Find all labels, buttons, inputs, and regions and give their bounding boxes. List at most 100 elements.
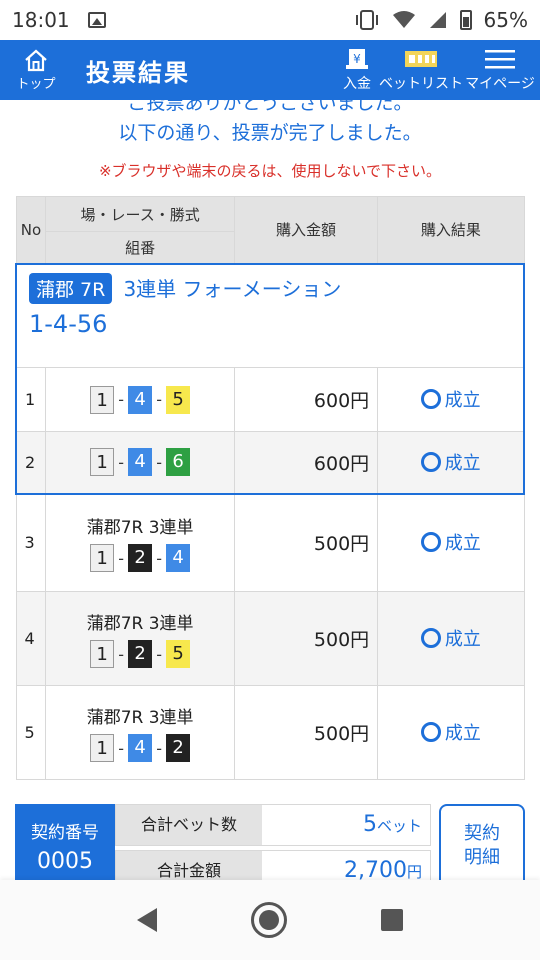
venue-race: 蒲郡7R 3連単 xyxy=(86,614,194,634)
combo-cell: 蒲郡7R 3連単 1 - 2 - 4 xyxy=(45,493,235,592)
amount-cell: 500円 xyxy=(233,685,379,780)
table-row: 1 1 - 4 - 5 600円 成立 xyxy=(15,367,526,432)
total-amount-label: 合計金額 xyxy=(116,851,262,880)
combo-cell: 蒲郡7R 3連単 1 - 2 - 5 xyxy=(45,591,235,686)
combo-separator: - xyxy=(118,738,125,758)
combo-cell: 1 - 4 - 5 xyxy=(45,367,235,432)
contract-label: 契約番号 xyxy=(31,823,99,843)
deposit-button[interactable]: ¥ 入金 xyxy=(332,40,382,100)
page-title: 投票結果 xyxy=(86,58,190,87)
system-nav-bar xyxy=(0,880,540,960)
table-row: 5 蒲郡7R 3連単 1 - 4 - 2 500円 成立 xyxy=(15,685,525,780)
success-circle-icon xyxy=(420,532,441,553)
result-label: 成立 xyxy=(444,452,481,474)
vibrate-phone-icon xyxy=(355,10,378,30)
boat-number: 4 xyxy=(166,544,191,573)
back-warning: ※ブラウザや端末の戻るは、使用しないで下さい。 xyxy=(98,162,442,180)
wifi-icon xyxy=(392,11,415,28)
amount-cell: 500円 xyxy=(233,493,379,592)
battery-icon xyxy=(459,10,472,30)
result-cell: 成立 xyxy=(377,431,526,495)
betlist-label: ベットリスト xyxy=(379,76,463,92)
home-nav-icon[interactable] xyxy=(251,902,287,938)
boat-number: 1 xyxy=(90,385,115,414)
thanks-message: ご投票ありがとうございました。 xyxy=(127,100,413,114)
contract-detail-button[interactable]: 契約 明細 xyxy=(439,804,525,880)
venue-race: 蒲郡7R 3連単 xyxy=(86,708,194,728)
combo-separator: - xyxy=(156,548,163,568)
amount-cell: 600円 xyxy=(233,431,379,495)
total-amount-row: 合計金額 2,700円 xyxy=(115,850,431,880)
boat-number: 5 xyxy=(166,385,191,414)
svg-text:¥: ¥ xyxy=(353,52,361,66)
mypage-button[interactable]: マイページ xyxy=(460,40,540,100)
boat-number: 2 xyxy=(128,544,153,573)
row-no: 2 xyxy=(15,431,47,495)
menu-icon xyxy=(485,50,515,69)
header-actions: ¥ 入金 ベットリスト マイページ xyxy=(332,40,540,100)
col-no: No xyxy=(15,196,47,264)
result-label: 成立 xyxy=(444,533,481,555)
image-notification-icon xyxy=(87,12,106,28)
betlist-button[interactable]: ベットリスト xyxy=(379,40,463,100)
result-label: 成立 xyxy=(444,629,481,650)
total-bets-label: 合計ベット数 xyxy=(116,805,262,845)
result-label: 成立 xyxy=(444,390,481,411)
combo-separator: - xyxy=(156,390,163,409)
combo-separator: - xyxy=(118,548,125,568)
detail-label-1: 契約 xyxy=(464,823,500,844)
status-bar: 18:01 65% xyxy=(0,0,540,40)
contract-number: 0005 xyxy=(37,849,93,874)
home-button[interactable]: トップ xyxy=(0,40,72,100)
result-cell: 成立 xyxy=(377,493,525,592)
success-circle-icon xyxy=(420,389,441,409)
col-combination: 組番 xyxy=(45,231,235,264)
boat-number: 1 xyxy=(90,448,115,477)
row-no: 1 xyxy=(15,367,47,432)
result-cell: 成立 xyxy=(377,685,525,780)
table-row: 3 蒲郡7R 3連単 1 - 2 - 4 500円 成立 xyxy=(15,493,525,592)
status-right: 65% xyxy=(354,8,528,32)
boat-number: 4 xyxy=(128,385,153,414)
boat-number: 6 xyxy=(166,448,191,477)
col-result: 購入結果 xyxy=(377,196,525,264)
table-row: 4 蒲郡7R 3連単 1 - 2 - 5 500円 成立 xyxy=(15,591,525,686)
row-no: 3 xyxy=(15,493,47,592)
status-time: 18:01 xyxy=(12,8,70,32)
deposit-label: 入金 xyxy=(343,76,371,92)
formation-combo: 1-4-56 xyxy=(29,309,108,338)
boat-number: 5 xyxy=(166,640,191,668)
boat-number: 4 xyxy=(128,448,153,477)
signal-icon xyxy=(429,12,446,28)
main-content[interactable]: ご投票ありがとうございました。 以下の通り、投票が完了しました。 ※ブラウザや端… xyxy=(0,100,540,880)
venue-badge: 蒲郡 7R xyxy=(29,272,113,304)
recent-apps-icon[interactable] xyxy=(381,909,403,931)
boat-number: 2 xyxy=(166,734,191,762)
combo-separator: - xyxy=(156,452,163,472)
back-icon[interactable] xyxy=(137,908,157,932)
detail-label-2: 明細 xyxy=(464,847,500,868)
total-bets-row: 合計ベット数 5ベット xyxy=(115,804,431,846)
venue-race: 蒲郡7R 3連単 xyxy=(86,518,194,539)
combo-separator: - xyxy=(118,452,125,472)
total-amount-value: 2,700円 xyxy=(344,858,422,880)
combo-cell: 蒲郡7R 3連単 1 - 4 - 2 xyxy=(45,685,235,780)
combo-separator: - xyxy=(156,738,163,758)
success-circle-icon xyxy=(420,722,441,742)
boat-number: 1 xyxy=(90,544,115,573)
boat-number: 1 xyxy=(90,640,115,668)
boat-number: 2 xyxy=(128,640,153,668)
total-bets-value: 5ベット xyxy=(362,812,422,837)
success-circle-icon xyxy=(420,451,441,472)
deposit-icon: ¥ xyxy=(346,49,368,69)
boat-number: 4 xyxy=(128,734,153,762)
ticket-table: No 場・レース・勝式 購入金額 購入結果 組番 蒲郡 7R 3連単 フォーメー… xyxy=(15,196,526,780)
result-cell: 成立 xyxy=(377,367,526,432)
row-no: 5 xyxy=(15,685,47,780)
combo-separator: - xyxy=(118,390,125,409)
formation-group-header[interactable]: 蒲郡 7R 3連単 フォーメーション 1-4-56 xyxy=(15,262,525,368)
mypage-label: マイページ xyxy=(465,76,535,92)
amount-cell: 500円 xyxy=(233,591,379,686)
battery-percent: 65% xyxy=(483,8,528,32)
col-amount: 購入金額 xyxy=(233,196,379,264)
